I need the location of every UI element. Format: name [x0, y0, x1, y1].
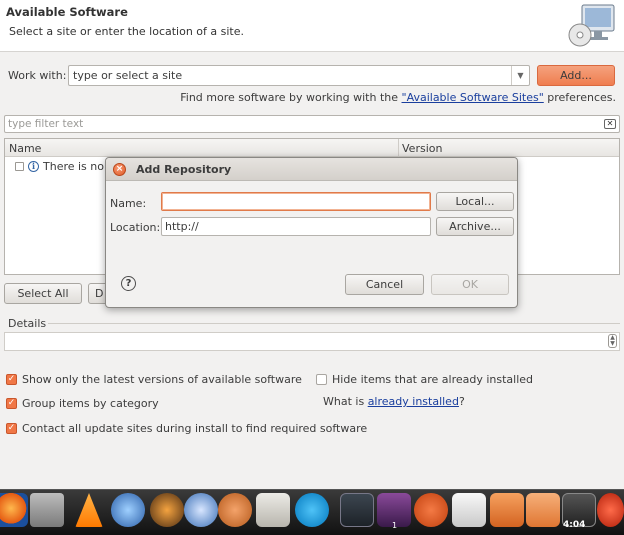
page-subtitle: Select a site or enter the location of a…: [9, 25, 245, 38]
dialog-titlebar[interactable]: × Add Repository: [106, 158, 517, 181]
available-software-sites-link[interactable]: "Available Software Sites": [402, 91, 544, 104]
workspace-badge: 1: [392, 521, 398, 530]
table-header: Name Version: [5, 139, 619, 157]
disc-icon[interactable]: [184, 493, 218, 527]
find-more-text: Find more software by working with the "…: [180, 91, 616, 104]
column-header-name[interactable]: Name: [9, 142, 41, 155]
help-icon[interactable]: ?: [121, 276, 136, 291]
details-text-area[interactable]: ▲ ▼: [4, 332, 620, 351]
column-header-version[interactable]: Version: [402, 142, 442, 155]
select-all-button[interactable]: Select All: [4, 283, 82, 304]
install-software-icon: [568, 4, 615, 47]
site-combo-value: type or select a site: [73, 69, 183, 82]
add-site-button[interactable]: Add...: [537, 65, 615, 86]
archive-button[interactable]: Archive...: [436, 217, 514, 236]
local-button[interactable]: Local...: [436, 192, 514, 211]
game-icon[interactable]: [150, 493, 184, 527]
calculator-icon[interactable]: [30, 493, 64, 527]
vlc-icon[interactable]: [75, 493, 103, 527]
chevron-down-icon[interactable]: ▼: [511, 66, 529, 85]
work-with-label: Work with:: [8, 69, 67, 82]
ubuntu-icon[interactable]: [414, 493, 448, 527]
details-divider: [48, 323, 620, 324]
clear-icon[interactable]: ✕: [604, 119, 616, 129]
group-by-category-checkbox[interactable]: ✓: [6, 398, 17, 409]
contact-sites-option[interactable]: ✓ Contact all update sites during instal…: [6, 422, 367, 435]
firefox-icon[interactable]: [0, 493, 28, 527]
location-label: Location:: [110, 221, 161, 234]
add-repository-dialog[interactable]: × Add Repository Name: Local... Location…: [105, 157, 518, 308]
contact-sites-checkbox[interactable]: ✓: [6, 423, 17, 434]
scroll-stepper-icon[interactable]: ▲ ▼: [608, 334, 617, 348]
name-label: Name:: [110, 197, 147, 210]
text-editor-icon[interactable]: [452, 493, 486, 527]
group-by-category-option[interactable]: ✓ Group items by category: [6, 397, 159, 410]
ok-button[interactable]: OK: [431, 274, 509, 295]
clock: 4:04: [563, 520, 586, 530]
files-icon[interactable]: [490, 493, 524, 527]
page-title: Available Software: [6, 5, 128, 19]
column-divider: [398, 139, 399, 157]
pidgin-icon[interactable]: [218, 493, 252, 527]
table-row[interactable]: i There is no s: [15, 160, 113, 173]
download-icon[interactable]: [526, 493, 560, 527]
nautilus-icon[interactable]: [256, 493, 290, 527]
close-icon[interactable]: ×: [113, 163, 126, 176]
info-icon: i: [28, 161, 39, 172]
row-name: There is no s: [43, 160, 114, 173]
hide-installed-checkbox[interactable]: [316, 374, 327, 385]
already-installed-link[interactable]: already installed: [368, 395, 459, 408]
dock-taskbar: 1 4:04: [0, 489, 624, 535]
site-combo[interactable]: type or select a site ▼: [68, 65, 530, 86]
filter-placeholder: type filter text: [8, 118, 84, 130]
what-is-installed-text: What is already installed?: [323, 395, 465, 408]
cancel-button[interactable]: Cancel: [345, 274, 424, 295]
dialog-title: Add Repository: [136, 163, 232, 176]
skype-icon[interactable]: [295, 493, 329, 527]
name-field[interactable]: [161, 192, 431, 211]
hide-installed-option[interactable]: Hide items that are already installed: [316, 373, 533, 386]
location-field[interactable]: http://: [161, 217, 431, 236]
wizard-header: Available Software Select a site or ente…: [0, 0, 624, 52]
thunderbird-icon[interactable]: [111, 493, 145, 527]
power-icon[interactable]: [597, 493, 624, 527]
filter-input[interactable]: type filter text ✕: [4, 115, 620, 133]
details-label: Details: [8, 317, 47, 330]
latest-versions-checkbox[interactable]: ✓: [6, 374, 17, 385]
row-checkbox[interactable]: [15, 162, 24, 171]
terminal-icon[interactable]: [340, 493, 374, 527]
latest-versions-option[interactable]: ✓ Show only the latest versions of avail…: [6, 373, 302, 386]
